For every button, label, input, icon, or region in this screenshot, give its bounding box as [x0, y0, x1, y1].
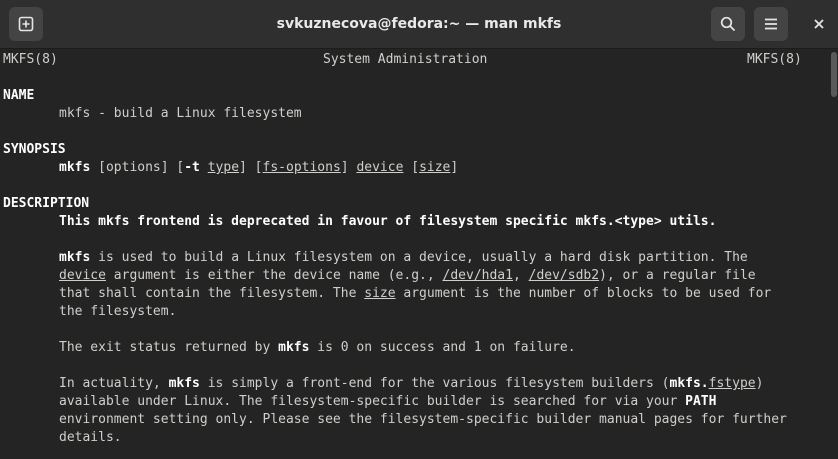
description-p2: The exit status returned by mkfs is 0 on…	[59, 339, 576, 357]
deprecation-notice: This mkfs frontend is deprecated in favo…	[59, 214, 717, 229]
arg-fstype: fstype	[708, 376, 756, 391]
terminal-content[interactable]: MKFS(8) System Administration MKFS(8) NA…	[0, 49, 828, 459]
path-sdb2: /dev/sdb2	[528, 268, 600, 283]
man-header-right: MKFS(8)	[747, 52, 802, 67]
description-p3-line2: available under Linux. The filesystem-sp…	[59, 393, 716, 411]
synopsis-text: [	[403, 160, 420, 175]
name-heading: NAME	[3, 88, 35, 103]
arg-device: device	[59, 268, 106, 283]
description-p3-line1: In actuality, mkfs is simply a front-end…	[59, 375, 763, 393]
synopsis-line: mkfs [options] [-t type] [fs-options] de…	[59, 159, 458, 177]
text: available under Linux. The filesystem-sp…	[59, 394, 686, 409]
cmd-mkfs: mkfs	[168, 376, 200, 391]
text: )	[755, 376, 764, 391]
terminal-window: svkuznecova@fedora:~ — man mkfs MKFS(8) …	[0, 0, 838, 459]
synopsis-fs-options: fs-options	[262, 160, 341, 175]
menu-button[interactable]	[754, 7, 788, 41]
scrollbar-thumb[interactable]	[831, 52, 837, 97]
synopsis-flag: -t	[184, 160, 200, 175]
synopsis-text	[200, 160, 208, 175]
synopsis-type: type	[207, 160, 240, 175]
text: argument is either the device name (e.g.…	[105, 268, 443, 283]
description-p3-line4: details.	[59, 430, 122, 445]
search-button[interactable]	[711, 7, 745, 41]
man-header-left: MKFS(8)	[3, 52, 58, 67]
path-hda1: /dev/hda1	[442, 268, 513, 283]
synopsis-text: ]	[450, 160, 459, 175]
text: In actuality,	[59, 376, 169, 391]
cmd-mkfs: mkfs	[59, 250, 91, 265]
synopsis-cmd: mkfs	[59, 160, 91, 175]
text: ), or a regular file	[599, 268, 756, 283]
synopsis-heading: SYNOPSIS	[3, 142, 66, 157]
synopsis-device: device	[356, 160, 404, 175]
close-button[interactable]	[802, 7, 836, 41]
hamburger-menu-icon	[763, 16, 779, 32]
close-icon	[813, 18, 825, 30]
name-text: mkfs - build a Linux filesystem	[59, 106, 302, 121]
description-p3-line3: environment setting only. Please see the…	[59, 412, 787, 427]
cmd-mkfs: mkfs	[278, 340, 310, 355]
text: is used to build a Linux filesystem on a…	[90, 250, 748, 265]
description-p1-line3: that shall contain the filesystem. The s…	[59, 285, 771, 303]
text: is 0 on success and 1 on failure.	[309, 340, 576, 355]
description-heading: DESCRIPTION	[3, 196, 90, 211]
man-header-center: System Administration	[323, 52, 488, 67]
description-p1-line4: the filesystem.	[59, 304, 177, 319]
text: that shall contain the filesystem. The	[59, 286, 365, 301]
env-path: PATH	[685, 394, 717, 409]
description-p1-line2: device argument is either the device nam…	[59, 267, 756, 285]
cmd-mkfs-dot: mkfs.	[669, 376, 709, 391]
synopsis-size: size	[419, 160, 451, 175]
description-p1-line1: mkfs is used to build a Linux filesystem…	[59, 249, 748, 267]
text: argument is the number of blocks to be u…	[395, 286, 772, 301]
text: ,	[512, 268, 529, 283]
synopsis-text: ]	[340, 160, 357, 175]
search-icon	[720, 16, 736, 32]
title-bar: svkuznecova@fedora:~ — man mkfs	[0, 0, 838, 49]
synopsis-text: [options] [	[90, 160, 185, 175]
text: The exit status returned by	[59, 340, 279, 355]
arg-size: size	[364, 286, 396, 301]
text: is simply a front-end for the various fi…	[199, 376, 670, 391]
synopsis-text: ] [	[239, 160, 263, 175]
